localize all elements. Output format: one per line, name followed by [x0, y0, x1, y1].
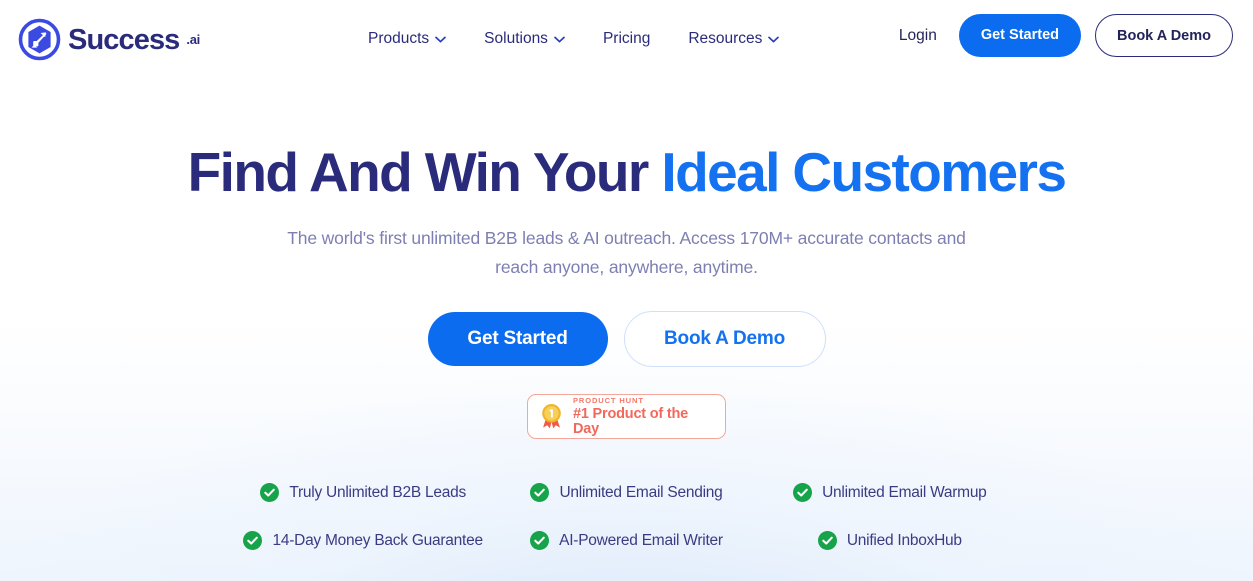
product-hunt-kicker: PRODUCT HUNT: [573, 395, 644, 405]
headline-accent: Ideal Customers: [661, 141, 1067, 203]
medal-first-place-icon: [542, 404, 561, 429]
header-actions: Login Get Started Book A Demo: [899, 14, 1233, 57]
subhead-line-1: The world's first unlimited B2B leads & …: [287, 228, 933, 249]
feature-label: Truly Unlimited B2B Leads: [289, 483, 466, 501]
feature-item: Unlimited Email Warmup: [758, 483, 1021, 503]
chevron-down-icon: [768, 36, 780, 42]
chevron-down-icon: [435, 36, 447, 42]
product-hunt-title: #1 Product of the Day: [573, 406, 689, 437]
nav-item-resources[interactable]: Resources: [688, 27, 780, 51]
feature-item: Unified InboxHub: [758, 531, 1021, 551]
feature-item: 14-Day Money Back Guarantee: [232, 531, 495, 551]
site-header: Success .ai Products Solutions Pricing R…: [0, 0, 1253, 77]
hero-cta-row: Get Started Book A Demo: [0, 311, 1253, 368]
check-circle-icon: [817, 531, 837, 551]
feature-item: Truly Unlimited B2B Leads: [232, 483, 495, 503]
hero-get-started-button[interactable]: Get Started: [427, 312, 608, 367]
check-circle-icon: [530, 531, 550, 551]
feature-label: Unlimited Email Warmup: [822, 483, 987, 501]
feature-item: Unlimited Email Sending: [495, 483, 758, 503]
feature-item: AI-Powered Email Writer: [495, 531, 758, 551]
feature-label: Unlimited Email Sending: [559, 483, 723, 501]
brand-suffix: .ai: [186, 32, 200, 47]
hero-section: Find And Win Your Ideal Customers The wo…: [0, 77, 1253, 551]
main-navigation: Products Solutions Pricing Resources: [368, 27, 780, 51]
nav-label-pricing: Pricing: [602, 30, 651, 47]
page-title: Find And Win Your Ideal Customers: [0, 141, 1253, 203]
feature-list: Truly Unlimited B2B Leads Unlimited Emai…: [232, 483, 1022, 551]
nav-label-resources: Resources: [688, 30, 763, 47]
nav-label-products: Products: [368, 30, 430, 47]
check-circle-icon: [260, 483, 280, 503]
hero-subheading: The world's first unlimited B2B leads & …: [277, 224, 977, 281]
nav-item-products[interactable]: Products: [368, 27, 447, 51]
header-get-started-button[interactable]: Get Started: [958, 14, 1081, 57]
chevron-down-icon: [554, 36, 565, 42]
nav-item-solutions[interactable]: Solutions: [484, 27, 565, 51]
login-link[interactable]: Login: [899, 27, 937, 45]
hero-book-demo-button[interactable]: Book A Demo: [623, 311, 826, 368]
landing-page: Success .ai Products Solutions Pricing R…: [0, 0, 1253, 581]
check-circle-icon: [243, 531, 263, 551]
brand-name: Success: [68, 24, 180, 56]
feature-label: Unified InboxHub: [846, 531, 962, 549]
nav-label-solutions: Solutions: [484, 30, 548, 47]
headline-primary: Find And Win Your: [187, 141, 662, 203]
brand-logo[interactable]: Success .ai: [18, 18, 200, 61]
check-circle-icon: [793, 483, 813, 503]
product-hunt-badge[interactable]: PRODUCT HUNT #1 Product of the Day: [527, 394, 726, 440]
nav-item-pricing[interactable]: Pricing: [603, 27, 650, 51]
header-book-demo-button[interactable]: Book A Demo: [1095, 14, 1233, 57]
feature-label: AI-Powered Email Writer: [559, 531, 723, 549]
rocket-hexagon-icon: [18, 18, 61, 61]
check-circle-icon: [530, 483, 550, 503]
product-hunt-badge-copy: PRODUCT HUNT #1 Product of the Day: [573, 397, 714, 437]
feature-label: 14-Day Money Back Guarantee: [272, 531, 483, 549]
